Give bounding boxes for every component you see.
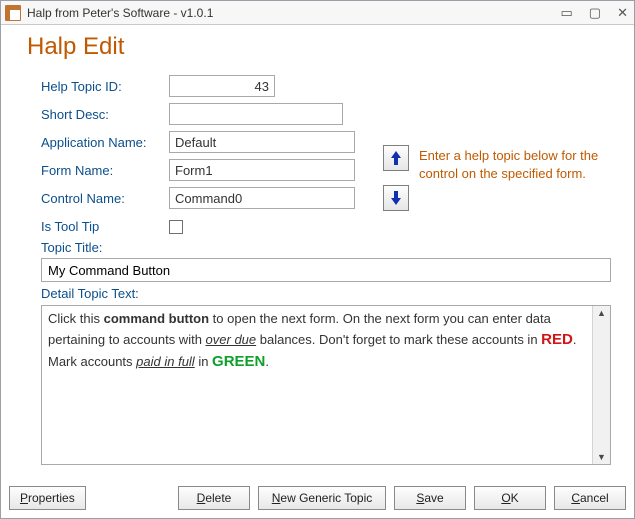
detail-green: GREEN [212,353,265,370]
detail-underline: over due [206,332,257,347]
detail-topic-text-field[interactable]: Click this command button to open the ne… [42,306,592,464]
topic-title-field[interactable] [41,258,611,282]
next-record-button[interactable] [383,185,409,211]
button-bar: Properties Delete New Generic Topic Save… [9,486,626,510]
label-help-topic-id: Help Topic ID: [41,79,169,94]
detail-editor-wrap: Click this command button to open the ne… [41,305,611,465]
short-desc-field[interactable] [169,103,343,125]
content-area: Halp Edit Help Topic ID: Short Desc: App… [1,25,634,518]
detail-text: in [195,354,212,369]
scrollbar[interactable]: ▲ ▼ [592,306,610,464]
application-name-field[interactable] [169,131,355,153]
titlebar: Halp from Peter's Software - v1.0.1 ▭ ▢ … [1,1,634,25]
control-name-field[interactable] [169,187,355,209]
ok-button[interactable]: OK [474,486,546,510]
label-detail-topic-text: Detail Topic Text: [41,286,614,301]
arrow-up-icon [390,150,402,166]
form-name-field[interactable] [169,159,355,181]
help-topic-id-field[interactable] [169,75,275,97]
label-form-name: Form Name: [41,163,169,178]
delete-button[interactable]: Delete [178,486,250,510]
app-icon [5,5,21,21]
properties-button[interactable]: Properties [9,486,86,510]
new-generic-topic-button[interactable]: New Generic Topic [258,486,386,510]
detail-text: Click this [48,311,104,326]
close-icon[interactable]: ✕ [617,5,628,21]
is-tooltip-checkbox[interactable] [169,220,183,234]
arrow-down-icon [390,190,402,206]
page-title: Halp Edit [27,33,614,61]
scroll-up-icon[interactable]: ▲ [597,308,606,318]
hint-text: Enter a help topic below for the control… [419,147,609,182]
scroll-down-icon[interactable]: ▼ [597,452,606,462]
label-topic-title: Topic Title: [41,240,614,255]
minimize-icon[interactable]: ▭ [561,5,573,21]
detail-underline: paid in full [136,354,195,369]
cancel-button[interactable]: Cancel [554,486,626,510]
detail-red: RED [541,331,573,348]
save-button[interactable]: Save [394,486,466,510]
detail-bold: command button [104,311,209,326]
label-is-tooltip: Is Tool Tip [41,219,169,234]
window-frame: Halp from Peter's Software - v1.0.1 ▭ ▢ … [0,0,635,519]
detail-text: . [265,354,269,369]
label-short-desc: Short Desc: [41,107,169,122]
label-app-name: Application Name: [41,135,169,150]
maximize-icon[interactable]: ▢ [589,5,601,21]
window-title: Halp from Peter's Software - v1.0.1 [27,6,213,20]
label-control-name: Control Name: [41,191,169,206]
detail-text: balances. Don't forget to mark these acc… [256,332,541,347]
previous-record-button[interactable] [383,145,409,171]
